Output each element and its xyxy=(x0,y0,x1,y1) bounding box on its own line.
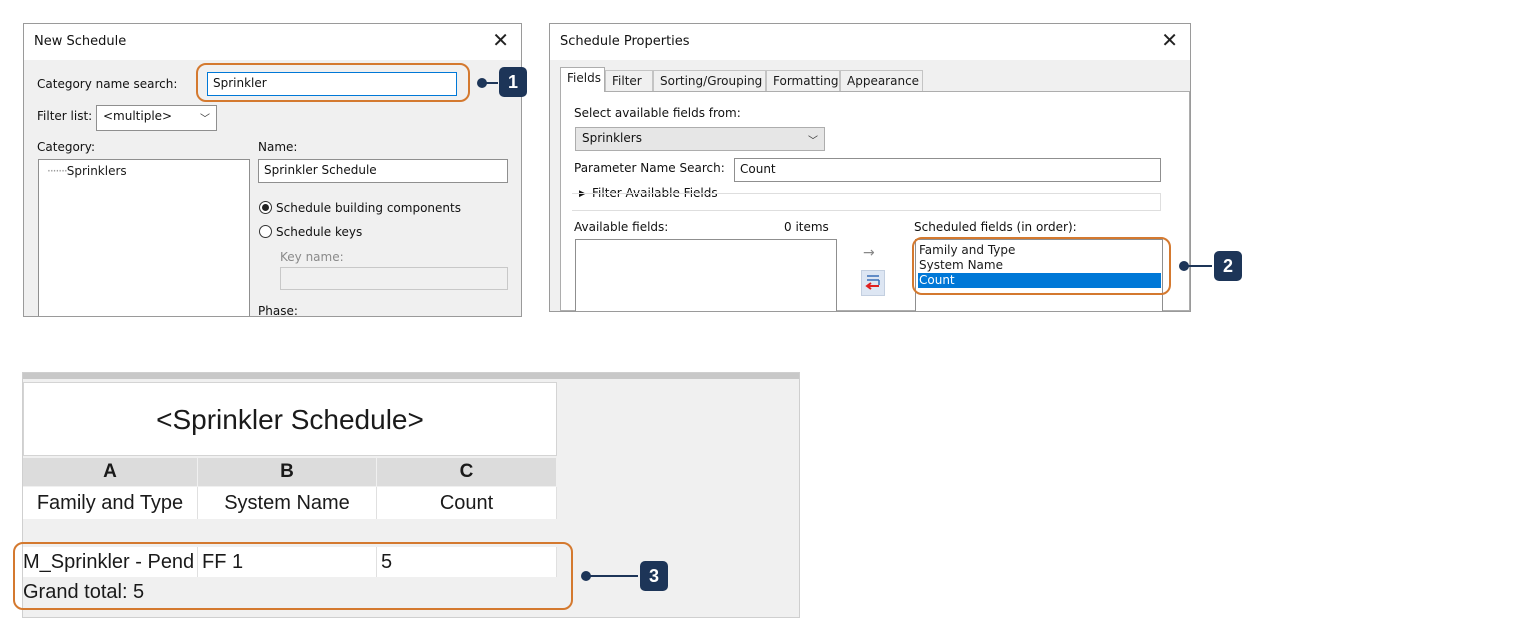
dialog-titlebar: New Schedule ✕ xyxy=(24,24,521,60)
header-system-name[interactable]: System Name xyxy=(198,487,377,519)
key-name-label: Key name: xyxy=(280,250,344,264)
name-input[interactable]: Sprinkler Schedule xyxy=(258,159,508,183)
tree-item-label: Sprinklers xyxy=(66,164,127,178)
available-count: 0 items xyxy=(784,220,829,234)
tab-appearance[interactable]: Appearance xyxy=(840,70,923,91)
tree-connector: ······· xyxy=(47,164,68,178)
filter-list-label: Filter list: xyxy=(37,109,93,123)
callout-line xyxy=(484,82,498,84)
available-fields-label: Available fields: xyxy=(574,220,669,234)
radio-schedule-keys-label: Schedule keys xyxy=(276,225,363,239)
radio-building-components[interactable] xyxy=(259,201,272,214)
schedule-toolbar-strip xyxy=(23,373,799,379)
tab-filter[interactable]: Filter xyxy=(605,70,653,91)
filter-available-area xyxy=(572,193,1161,211)
add-field-arrow-icon[interactable]: → xyxy=(863,245,875,261)
phase-label: Phase: xyxy=(258,304,298,317)
name-label: Name: xyxy=(258,140,298,154)
tree-item-sprinklers[interactable]: ·······Sprinklers xyxy=(47,164,127,178)
select-from-label: Select available fields from: xyxy=(574,106,741,120)
dialog-titlebar: Schedule Properties ✕ xyxy=(550,24,1190,60)
param-search-label: Parameter Name Search: xyxy=(574,161,725,175)
dialog-title: New Schedule xyxy=(34,34,127,49)
callout-line xyxy=(588,575,638,577)
callout-badge-2: 2 xyxy=(1214,251,1242,281)
scheduled-fields-label: Scheduled fields (in order): xyxy=(914,220,1077,234)
highlight-schedule-rows xyxy=(13,542,573,610)
column-letter-a[interactable]: A xyxy=(23,458,198,486)
radio-building-components-label: Schedule building components xyxy=(276,201,461,215)
filter-list-value: <multiple> xyxy=(103,109,173,123)
chevron-down-icon: ﹀ xyxy=(808,136,818,147)
chevron-down-icon: ﹀ xyxy=(200,114,210,125)
highlight-category-search xyxy=(196,63,470,102)
radio-schedule-keys[interactable] xyxy=(259,225,272,238)
callout-badge-3: 3 xyxy=(640,561,668,591)
header-family-type[interactable]: Family and Type xyxy=(23,487,198,519)
header-count[interactable]: Count xyxy=(377,487,557,519)
callout-line xyxy=(1186,265,1212,267)
filter-list-dropdown[interactable]: <multiple> ﹀ xyxy=(96,105,217,131)
category-label: Category: xyxy=(37,140,95,154)
highlight-scheduled-fields xyxy=(912,237,1171,295)
remove-field-icon[interactable] xyxy=(861,270,885,296)
column-letter-c[interactable]: C xyxy=(377,458,557,486)
select-from-value: Sprinklers xyxy=(582,131,642,145)
param-search-input[interactable]: Count xyxy=(734,158,1161,182)
tab-sorting-grouping[interactable]: Sorting/Grouping xyxy=(653,70,766,91)
callout-badge-1: 1 xyxy=(499,67,527,97)
close-icon[interactable]: ✕ xyxy=(492,30,509,50)
category-tree[interactable]: ·······Sprinklers xyxy=(38,159,250,316)
select-from-dropdown[interactable]: Sprinklers ﹀ xyxy=(575,127,825,151)
tab-fields[interactable]: Fields xyxy=(560,67,605,92)
key-name-input xyxy=(280,267,508,290)
category-search-label: Category name search: xyxy=(37,77,178,91)
schedule-title: <Sprinkler Schedule> xyxy=(23,382,557,456)
tab-formatting[interactable]: Formatting xyxy=(766,70,840,91)
column-letter-b[interactable]: B xyxy=(198,458,377,486)
close-icon[interactable]: ✕ xyxy=(1161,30,1178,50)
available-fields-list[interactable] xyxy=(575,239,837,311)
dialog-title: Schedule Properties xyxy=(560,34,690,49)
